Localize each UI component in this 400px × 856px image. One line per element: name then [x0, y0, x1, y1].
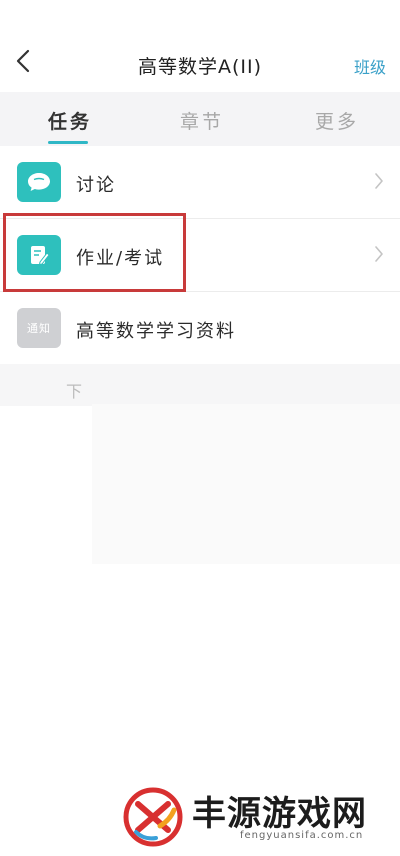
- notice-icon-label: 通知: [27, 322, 51, 335]
- watermark-url: fengyuansifa.com.cn: [240, 830, 364, 841]
- highlight-box: [3, 213, 186, 292]
- chevron-right-icon: [374, 172, 384, 194]
- active-tab-indicator: [48, 141, 88, 144]
- list-item-discussion[interactable]: 讨论: [0, 146, 400, 219]
- watermark-text: 丰源游戏网: [192, 794, 367, 834]
- tab-chapters[interactable]: 章节: [180, 107, 224, 134]
- page-title: 高等数学A(II): [137, 56, 263, 78]
- tab-more[interactable]: 更多: [315, 107, 359, 134]
- tab-bar: 任务 章节 更多: [0, 92, 400, 146]
- app-header: 高等数学A(II) 班级: [0, 0, 400, 92]
- chat-bubble-icon: [17, 162, 61, 202]
- hint-text: 下: [66, 382, 83, 401]
- list-item-label: 高等数学学习资料: [76, 321, 236, 342]
- watermark: 丰源游戏网 fengyuansifa.com.cn: [122, 780, 392, 850]
- list-item-notice[interactable]: 通知 高等数学学习资料: [0, 292, 400, 365]
- list-item-label: 讨论: [76, 175, 116, 196]
- hint-area: [0, 364, 400, 406]
- blurred-region: [92, 404, 400, 564]
- class-link[interactable]: 班级: [354, 54, 386, 78]
- watermark-logo-icon: [122, 786, 184, 848]
- notice-icon: 通知: [17, 308, 61, 348]
- tab-tasks[interactable]: 任务: [48, 107, 92, 134]
- chevron-right-icon: [374, 245, 384, 267]
